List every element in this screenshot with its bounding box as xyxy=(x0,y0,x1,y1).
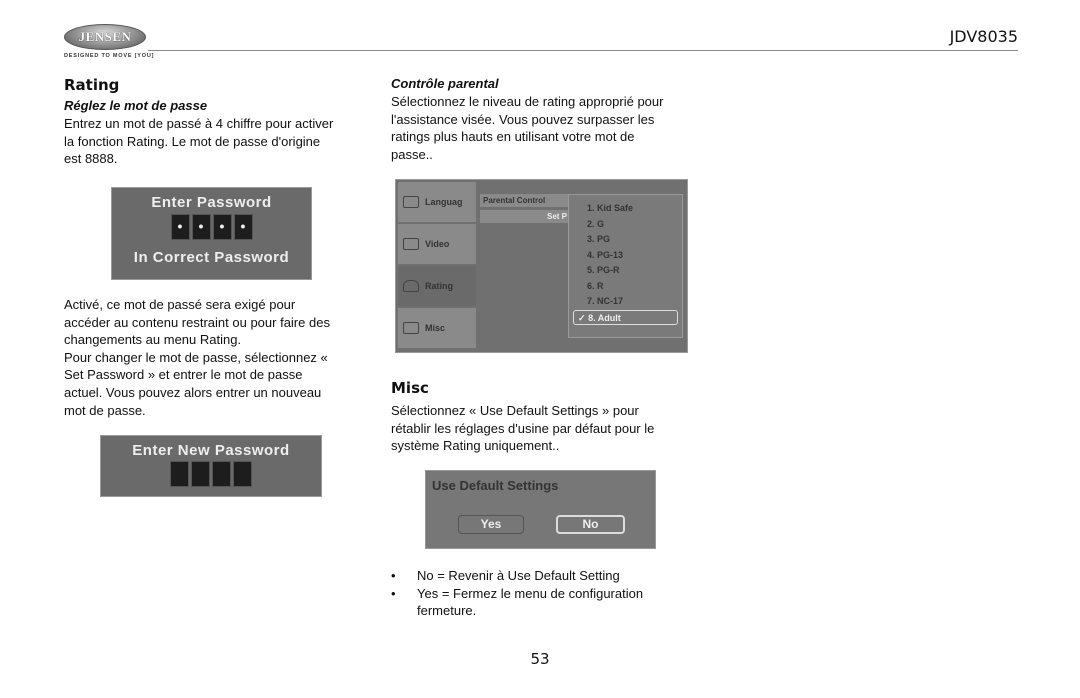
jensen-logo: JENSEN xyxy=(64,24,146,50)
rating-option: 4. PG-13 xyxy=(587,249,624,260)
line: actuel. Vous pouvez alors entrer un nouv… xyxy=(64,384,322,400)
line: rétablir les réglages d'usine par défaut… xyxy=(391,420,655,436)
password-subtitle: Réglez le mot de passe xyxy=(64,98,208,113)
check-icon: ✓ xyxy=(578,312,586,323)
logo-text: JENSEN xyxy=(78,29,132,44)
enter-password-screen: Enter Password • • • • In Correct Password xyxy=(111,187,312,280)
option-label: 8. Adult xyxy=(588,312,621,323)
tab-misc: Misc xyxy=(398,308,476,348)
rating-option: 6. R xyxy=(587,280,604,291)
digit-box: • xyxy=(233,214,253,240)
line: accéder au contenu restraint ou pour fai… xyxy=(64,314,330,330)
line: l'assistance visée. Vous pouvez surpasse… xyxy=(391,111,655,127)
digit-box: • xyxy=(170,214,190,240)
rating-option: 7. NC-17 xyxy=(587,296,624,306)
rating-option-selected: ✓ 8. Adult xyxy=(573,309,678,325)
rating-option: 2. G xyxy=(587,218,605,229)
tab-label: Video xyxy=(425,239,450,249)
tagline: DESIGNED TO MOVE [YOU] xyxy=(64,53,155,59)
line: Activé, ce mot de passé sera exigé pour xyxy=(64,297,296,312)
list-item: • Yes = Fermez le menu de configuration fe… xyxy=(391,585,644,619)
line: changements au menu Rating. xyxy=(64,332,242,348)
line: mot de passe. xyxy=(64,402,146,418)
password-intro: Entrez un mot de passé à 4 chiffre pour … xyxy=(64,115,333,168)
digit-box xyxy=(212,461,231,487)
page-number: 53 xyxy=(530,650,550,668)
digit-box: • xyxy=(191,214,211,240)
digit-box xyxy=(170,461,189,487)
line: ratings plus hauts en utilisant votre mo… xyxy=(391,129,635,145)
rating-option: 3. PG xyxy=(587,234,611,244)
rating-title: Rating xyxy=(64,76,120,94)
misc-text: Sélectionnez « Use Default Settings » po… xyxy=(391,402,654,455)
tab-label: Rating xyxy=(425,281,453,291)
tab-label: Misc xyxy=(425,323,446,333)
dialog-title: Use Default Settings xyxy=(432,478,559,493)
line: système Rating uniquement.. xyxy=(391,438,560,454)
line: No = Revenir à Use Default Setting xyxy=(417,568,620,583)
tab-label: Languag xyxy=(425,197,463,207)
osd-title: Enter New Password xyxy=(132,442,290,459)
digit-box: • xyxy=(212,214,232,240)
line: Pour changer le mot de passe, sélectionn… xyxy=(64,349,328,365)
password-digits xyxy=(101,461,321,492)
bullet-list: • No = Revenir à Use Default Setting • Yes… xyxy=(391,567,643,620)
default-settings-dialog: Use Default Settings Yes No xyxy=(425,470,656,549)
osd-message: In Correct Password xyxy=(133,249,290,266)
osd-title: Enter Password xyxy=(151,194,272,211)
no-button[interactable]: No xyxy=(556,515,625,534)
password-body: Activé, ce mot de passé sera exigé pour … xyxy=(64,296,330,419)
header-rule xyxy=(148,50,1018,51)
model-number: JDV8035 xyxy=(949,27,1018,46)
list-item: • No = Revenir à Use Default Setting xyxy=(391,568,620,583)
line: la fonction Rating. Le mot de passe d'or… xyxy=(64,133,321,149)
enter-new-password-screen: Enter New Password xyxy=(100,435,322,497)
line: Sélectionnez le niveau de rating appropr… xyxy=(391,94,664,109)
tab-video: Video xyxy=(398,224,476,264)
yes-button[interactable]: Yes xyxy=(458,515,524,534)
digit-box xyxy=(191,461,210,487)
rating-option: 5. PG-R xyxy=(587,265,620,275)
line: fermeture. xyxy=(417,603,477,619)
line: Sélectionnez « Use Default Settings » po… xyxy=(391,403,639,418)
parental-control-header: Parental Control xyxy=(480,194,570,207)
parental-subtitle: Contrôle parental xyxy=(391,76,499,91)
line: est 8888. xyxy=(64,151,118,167)
line: Entrez un mot de passé à 4 chiffre pour … xyxy=(64,116,334,131)
parental-intro: Sélectionnez le niveau de rating appropr… xyxy=(391,93,663,163)
set-password-row: Set P xyxy=(480,210,570,223)
misc-title: Misc xyxy=(391,379,429,397)
tab-language: Languag xyxy=(398,182,476,222)
rating-options: 1. Kid Safe 2. G 3. PG 4. PG-13 5. PG-R … xyxy=(568,194,683,338)
line: Set Password » et entrer le mot de passe xyxy=(64,367,303,383)
parental-menu-screenshot: Languag Video Rating Misc Parental Contr… xyxy=(395,179,688,353)
rating-option: 1. Kid Safe xyxy=(587,203,634,213)
line: Yes = Fermez le menu de configuration xyxy=(417,585,644,601)
digit-box xyxy=(233,461,252,487)
line: passe.. xyxy=(391,146,433,162)
tab-rating: Rating xyxy=(398,266,476,306)
password-digits: • • • • xyxy=(112,214,311,240)
